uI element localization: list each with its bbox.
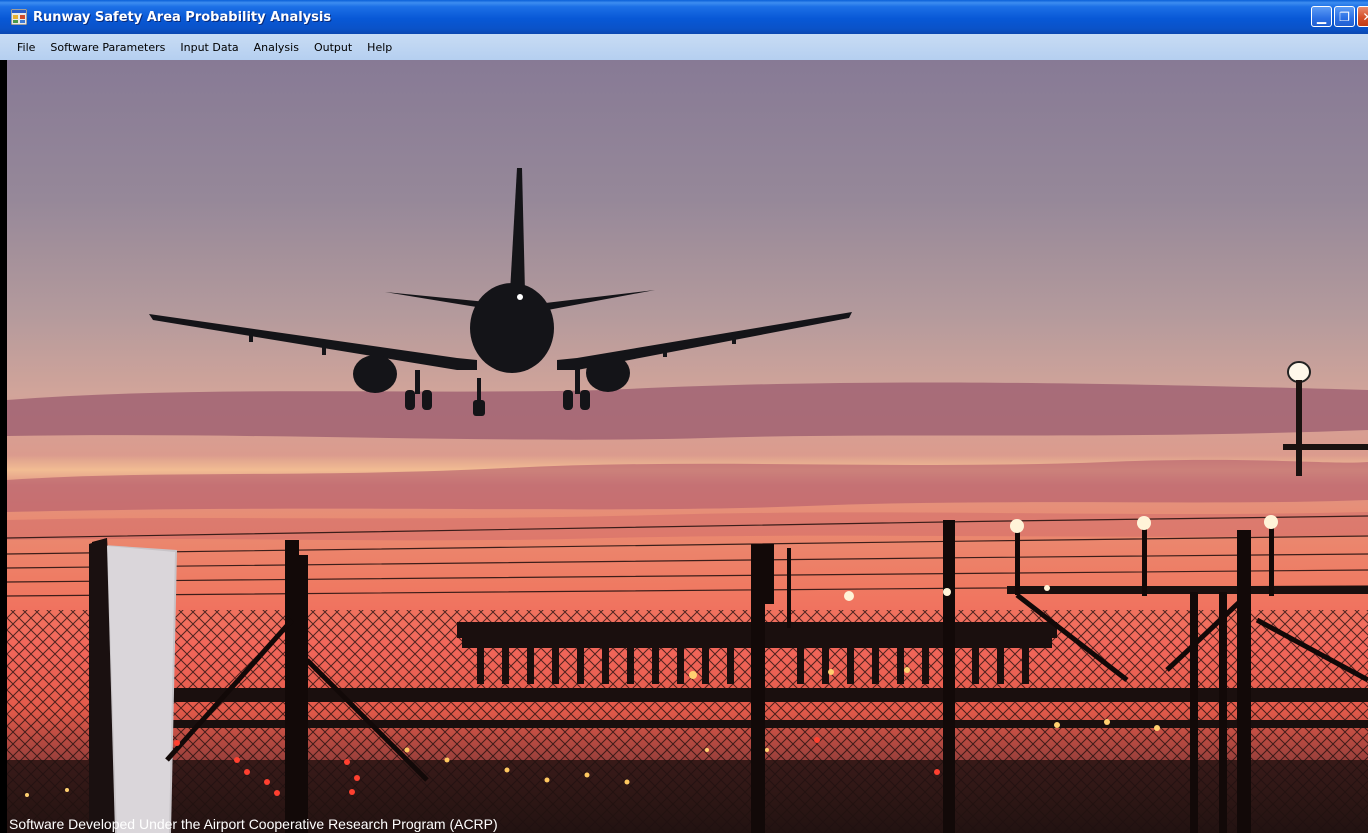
window-title: Runway Safety Area Probability Analysis — [33, 9, 332, 25]
close-button[interactable]: ✕ — [1357, 6, 1368, 27]
runway-sign — [89, 538, 177, 833]
airport-sunset-photo — [7, 60, 1368, 833]
minimize-icon: ▁ — [1316, 9, 1327, 24]
menu-bar: File Software Parameters Input Data Anal… — [0, 34, 1368, 60]
menu-analysis[interactable]: Analysis — [249, 38, 304, 57]
acrp-credit-text: Software Developed Under the Airport Coo… — [9, 816, 498, 832]
app-window-icon[interactable] — [10, 8, 28, 26]
minimize-button[interactable]: ▁ — [1311, 6, 1332, 27]
window-controls: ▁ ❐ ✕ — [1311, 6, 1368, 27]
title-bar[interactable]: Runway Safety Area Probability Analysis … — [0, 0, 1368, 34]
menu-output[interactable]: Output — [309, 38, 357, 57]
menu-software-parameters[interactable]: Software Parameters — [45, 38, 170, 57]
main-client-area: Software Developed Under the Airport Coo… — [7, 60, 1368, 833]
menu-file[interactable]: File — [12, 38, 40, 57]
restore-icon: ❐ — [1339, 9, 1350, 24]
menu-help[interactable]: Help — [362, 38, 397, 57]
app-window: Runway Safety Area Probability Analysis … — [0, 0, 1368, 833]
menu-input-data[interactable]: Input Data — [175, 38, 243, 57]
restore-button[interactable]: ❐ — [1334, 6, 1355, 27]
close-icon: ✕ — [1362, 9, 1368, 24]
